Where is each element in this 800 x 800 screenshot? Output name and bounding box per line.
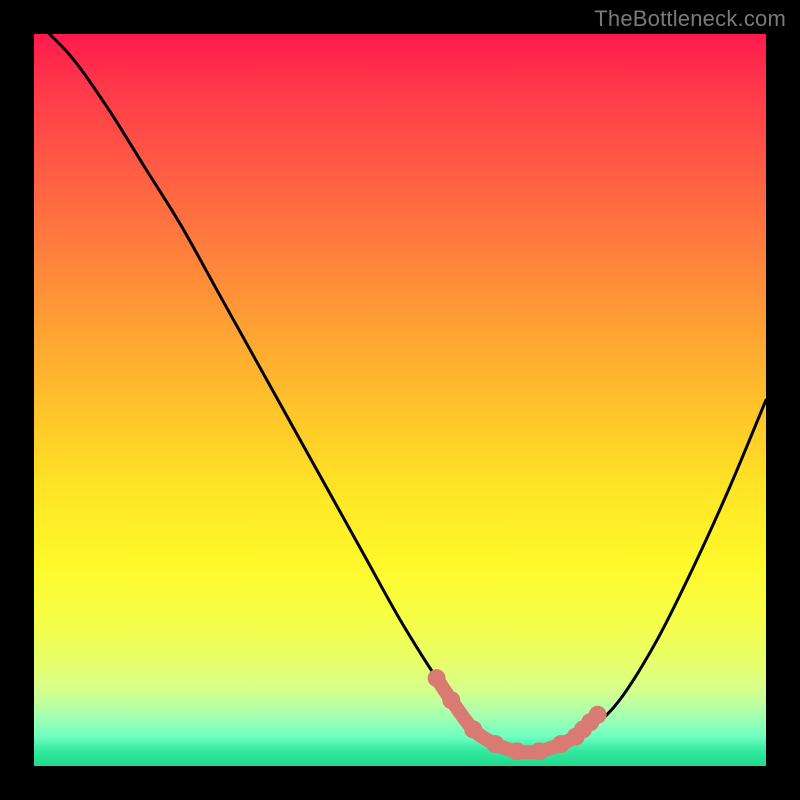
highlight-dot — [464, 720, 482, 738]
highlight-dot — [508, 742, 526, 760]
bottleneck-curve — [34, 34, 766, 752]
chart-frame: TheBottleneck.com — [0, 0, 800, 800]
highlight-dot — [428, 669, 446, 687]
plot-area — [34, 34, 766, 766]
highlight-dot — [530, 742, 548, 760]
highlight-dot — [442, 691, 460, 709]
curve-svg — [34, 34, 766, 766]
watermark-text: TheBottleneck.com — [594, 6, 786, 32]
highlight-dot — [589, 706, 607, 724]
highlight-dot — [486, 735, 504, 753]
